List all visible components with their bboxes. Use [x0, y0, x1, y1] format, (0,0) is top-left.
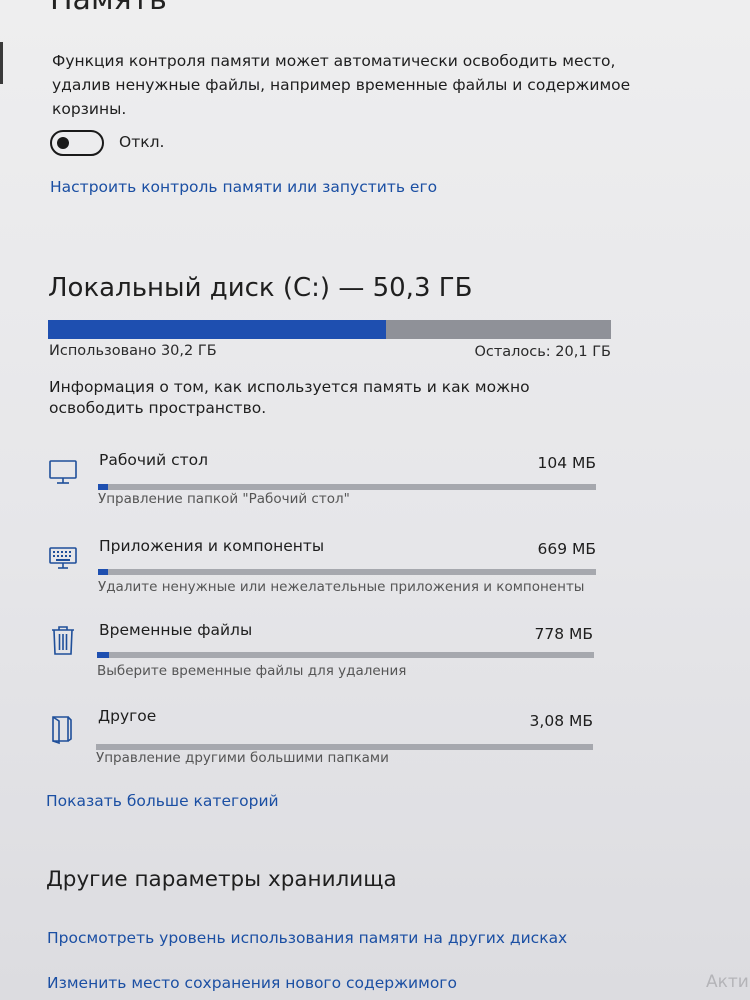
disk-used-label: Использовано 30,2 ГБ — [49, 343, 217, 359]
category-name: Приложения и компоненты — [99, 537, 325, 555]
storage-info-text: Информация о том, как используется памят… — [49, 378, 530, 417]
keyboard-icon — [48, 543, 78, 573]
category-subtitle: Управление другими большими папками — [96, 750, 389, 766]
category-subtitle: Выберите временные файлы для удаления — [97, 663, 407, 679]
left-panel-edge — [0, 42, 3, 84]
storage-sense-description: Функция контроля памяти может автоматиче… — [52, 52, 631, 118]
category-size: 669 МБ — [537, 540, 596, 558]
view-other-disks-link[interactable]: Просмотреть уровень использования памяти… — [47, 929, 567, 947]
storage-section-title: Память — [50, 0, 167, 17]
monitor-icon — [48, 457, 78, 487]
category-usage-bar — [97, 652, 594, 658]
category-subtitle: Удалите ненужные или нежелательные прило… — [98, 579, 585, 595]
category-usage-bar — [98, 484, 596, 490]
storage-sense-toggle[interactable] — [50, 130, 104, 156]
category-other[interactable]: Другое 3,08 МБ Управление другими больши… — [48, 707, 598, 771]
category-temp-files[interactable]: Временные файлы 778 МБ Выберите временны… — [48, 621, 598, 685]
toggle-knob — [57, 137, 69, 149]
trash-icon — [48, 625, 78, 655]
category-subtitle: Управление папкой "Рабочий стол" — [98, 491, 350, 507]
disk-usage-bar — [48, 320, 611, 339]
other-storage-settings-title: Другие параметры хранилища — [46, 867, 397, 892]
category-size: 3,08 МБ — [529, 712, 593, 730]
category-desktop[interactable]: Рабочий стол 104 МБ Управление папкой "Р… — [48, 451, 598, 515]
activation-watermark: Акти — [706, 972, 749, 992]
category-size: 104 МБ — [537, 454, 596, 472]
local-disk-title: Локальный диск (С:) — 50,3 ГБ — [48, 273, 473, 303]
category-usage-bar-fill — [97, 652, 110, 658]
configure-storage-sense-link[interactable]: Настроить контроль памяти или запустить … — [50, 178, 437, 196]
category-usage-bar-fill — [98, 569, 108, 575]
category-name: Временные файлы — [99, 621, 253, 639]
category-name: Другое — [98, 707, 157, 725]
category-apps[interactable]: Приложения и компоненты 669 МБ Удалите н… — [48, 537, 598, 601]
category-size: 778 МБ — [534, 625, 593, 643]
folder-icon — [48, 713, 78, 745]
storage-sense-toggle-state: Откл. — [119, 133, 165, 151]
category-usage-bar-fill — [98, 484, 108, 490]
category-name: Рабочий стол — [99, 451, 209, 469]
show-more-categories-link[interactable]: Показать больше категорий — [46, 792, 279, 810]
disk-usage-bar-fill — [48, 320, 386, 339]
category-usage-bar — [98, 569, 596, 575]
change-save-location-link[interactable]: Изменить место сохранения нового содержи… — [47, 974, 457, 992]
disk-free-label: Осталось: 20,1 ГБ — [474, 344, 611, 360]
